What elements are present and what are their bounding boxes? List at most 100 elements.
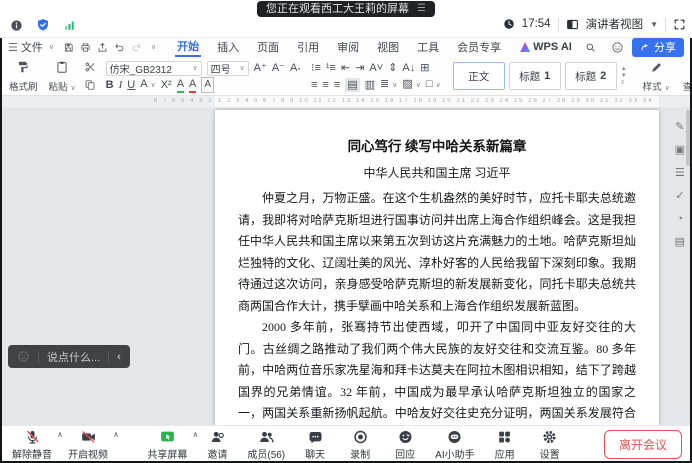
view-mode-caret-icon[interactable]: ▼	[650, 20, 658, 29]
style-heading1[interactable]: 标题1	[509, 62, 561, 90]
character-border-icon[interactable]: A	[201, 77, 214, 93]
superscript-icon[interactable]: X²	[161, 78, 172, 92]
ribbon-search-icon[interactable]	[585, 42, 596, 53]
share-options-chevron-icon[interactable]: ∧	[193, 430, 199, 439]
unmute-button[interactable]: 解除静音 ∧	[12, 429, 52, 461]
text-effects-icon[interactable]: A˖	[290, 61, 301, 75]
quick-chat-pill[interactable]: 说点什么... ‹	[8, 345, 130, 368]
style-h1-label: 标题	[519, 69, 540, 84]
view-mode-selector[interactable]: 演讲者视图	[586, 16, 644, 32]
find-replace-button[interactable]: 查找替换∨	[679, 58, 690, 94]
pill-divider	[38, 351, 39, 363]
record-button[interactable]: 录制	[345, 429, 375, 461]
style-gallery-scroll[interactable]: ▲▼≡	[621, 66, 627, 87]
undo-icon[interactable]	[114, 42, 125, 53]
collapse-chevron-icon[interactable]: ‹	[117, 351, 121, 363]
ai-assistant-button[interactable]: AI小助手	[435, 429, 474, 461]
cut-icon[interactable]	[84, 61, 96, 73]
document-canvas[interactable]: 同心笃行 续写中哈关系新篇章 中华人民共和国主席 习近平 仲夏之月，万物正盛。在…	[2, 108, 690, 425]
members-button[interactable]: 成员(56)	[247, 429, 285, 461]
tab-review[interactable]: 审阅	[335, 38, 361, 56]
justify-icon[interactable]: ▤	[345, 78, 359, 92]
style-heading2[interactable]: 标题2	[565, 62, 617, 90]
meeting-info-icon[interactable]	[10, 19, 23, 32]
apps-button[interactable]: 应用	[490, 429, 520, 461]
font-name-select[interactable]: 仿宋_GB2312∨	[106, 61, 202, 76]
copy-icon[interactable]	[84, 79, 96, 91]
character-scale-icon[interactable]: A˅	[369, 61, 383, 75]
redo-icon[interactable]	[131, 42, 142, 53]
fullscreen-icon[interactable]	[673, 18, 686, 31]
wps-ai-entry[interactable]: WPS AI	[520, 41, 572, 53]
align-center-icon[interactable]: ≡	[322, 78, 328, 92]
page-frame-icon[interactable]: ▤	[675, 237, 685, 248]
distribute-icon[interactable]: ▥	[365, 78, 375, 92]
feedback-smiley-icon[interactable]	[611, 41, 624, 54]
shading-icon[interactable]: ▨∨	[402, 77, 421, 93]
bold-button[interactable]: B	[106, 78, 114, 92]
underline-button[interactable]: U	[127, 78, 135, 92]
export-icon[interactable]	[97, 42, 108, 53]
table-border-icon[interactable]: ⊞	[420, 61, 429, 75]
phonetic-guide-icon[interactable]: A∨	[140, 77, 155, 93]
tab-page[interactable]: 页面	[255, 38, 281, 56]
align-left-icon[interactable]: ≡	[311, 78, 317, 92]
emoji-smiley-icon[interactable]	[17, 350, 30, 363]
highlight-color-icon[interactable]: A	[177, 77, 184, 93]
sort-icon[interactable]: A↓	[402, 61, 415, 75]
line-spacing-icon[interactable]: ⇕	[388, 61, 397, 75]
document-page[interactable]: 同心笃行 续写中哈关系新篇章 中华人民共和国主席 习近平 仲夏之月，万物正盛。在…	[215, 110, 659, 425]
security-shield-icon[interactable]	[36, 18, 50, 32]
decrease-indent-icon[interactable]: ⇤	[341, 61, 350, 75]
meeting-header: 您正在观看西工大王莉的屏幕 ☰ 17:54 演讲者视图 ▼	[0, 0, 692, 38]
share-screen-button[interactable]: 共享屏幕 ∧	[147, 429, 187, 461]
tab-member-exclusive[interactable]: 会员专享	[455, 38, 503, 56]
horizontal-ruler[interactable]: 8 7 6 5 4 3 2 1 1 2 3 4 5 6 7 8 9 10 11 …	[2, 96, 690, 107]
settings-button[interactable]: 设置	[535, 429, 565, 461]
comment-icon[interactable]: ▣	[675, 145, 685, 156]
increase-indent-icon[interactable]: ⇥	[355, 61, 364, 75]
file-menu[interactable]: ☰ 文件 ∨	[8, 39, 54, 55]
outside-border-icon[interactable]: □∨	[426, 77, 441, 93]
print-icon[interactable]	[80, 42, 91, 53]
tab-tools[interactable]: 工具	[415, 38, 441, 56]
document-share-button[interactable]: 分享	[632, 38, 684, 57]
quickbar-more-icon[interactable]: ∨	[151, 43, 156, 51]
tab-home[interactable]: 开始	[175, 38, 201, 57]
paragraph-layout-icon[interactable]: ≣∨	[380, 77, 397, 93]
chat-button[interactable]: 聊天	[300, 429, 330, 461]
mic-options-chevron-icon[interactable]: ∧	[57, 430, 63, 439]
ruler-marks-left: 8 7 6 5 4 3 2 1	[154, 98, 214, 104]
banner-menu-icon[interactable]: ☰	[417, 1, 426, 17]
outline-icon[interactable]: ☰	[675, 168, 685, 179]
proofread-check-icon[interactable]: ✓	[675, 191, 684, 202]
chat-bubble-icon	[307, 429, 324, 445]
align-right-icon[interactable]: ≡	[334, 78, 340, 92]
style-pen-icon	[650, 61, 663, 74]
tab-insert[interactable]: 插入	[215, 38, 241, 56]
style-normal[interactable]: 正文	[453, 62, 505, 90]
decrease-font-icon[interactable]: A⁻	[272, 61, 285, 75]
network-signal-icon[interactable]	[63, 19, 76, 32]
styles-tool-button[interactable]: 样式∨	[639, 58, 674, 94]
start-video-button[interactable]: 开启视频 ∧	[68, 429, 108, 461]
save-icon[interactable]	[63, 42, 74, 53]
format-painter-button[interactable]: 格式刷	[6, 58, 41, 94]
chat-input-placeholder[interactable]: 说点什么...	[47, 349, 100, 365]
bullet-list-icon[interactable]: ⁝≡	[311, 61, 321, 75]
leave-meeting-button[interactable]: 离开会议	[604, 430, 682, 459]
history-clock-icon[interactable]: ◔	[676, 214, 683, 225]
record-label: 录制	[350, 446, 370, 461]
video-options-chevron-icon[interactable]: ∧	[113, 430, 119, 439]
tab-view[interactable]: 视图	[375, 38, 401, 56]
font-color-icon[interactable]: A	[189, 77, 196, 93]
tab-references[interactable]: 引用	[295, 38, 321, 56]
increase-font-icon[interactable]: A⁺	[254, 61, 267, 75]
reactions-button[interactable]: 回应	[390, 429, 420, 461]
paste-button[interactable]: 粘贴∨	[46, 58, 79, 94]
font-size-select[interactable]: 四号∨	[207, 61, 249, 76]
italic-button[interactable]: I	[119, 78, 123, 92]
numbered-list-icon[interactable]: ¹≡	[326, 61, 336, 75]
invite-button[interactable]: 邀请	[202, 429, 232, 461]
edit-pen-icon[interactable]: ✎	[675, 122, 684, 133]
